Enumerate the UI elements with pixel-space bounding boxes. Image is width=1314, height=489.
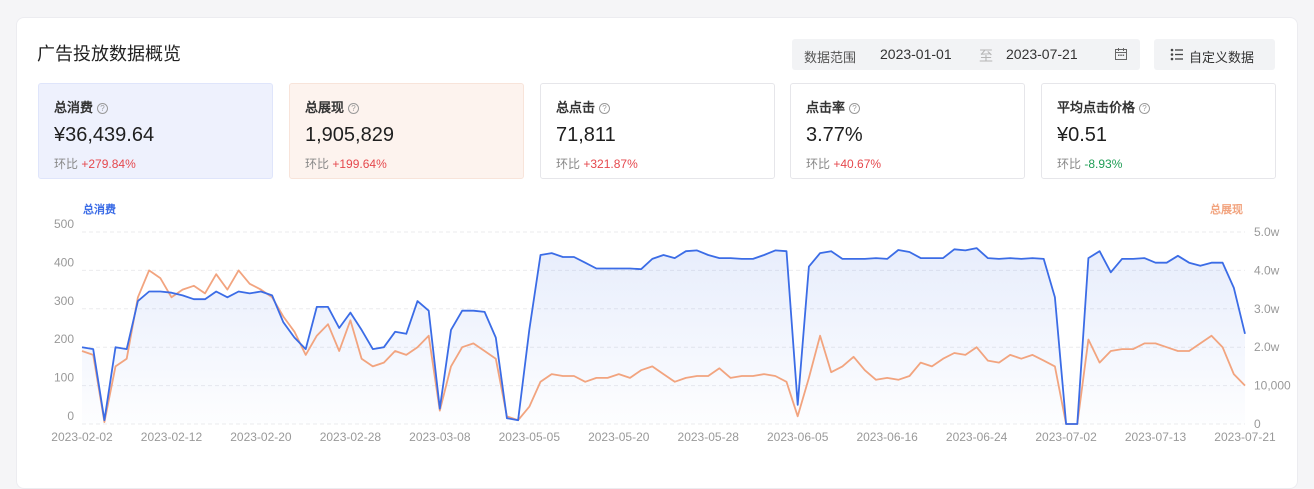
x-tick-label: 2023-07-02 — [1035, 430, 1097, 444]
x-tick-label: 2023-02-20 — [230, 430, 292, 444]
x-tick-label: 2023-02-28 — [320, 430, 382, 444]
y-left-tick-label: 400 — [54, 255, 74, 269]
y-left-tick-label: 500 — [54, 217, 74, 231]
x-tick-label: 2023-07-21 — [1214, 430, 1276, 444]
x-tick-label: 2023-05-05 — [499, 430, 561, 444]
x-tick-label: 2023-06-24 — [946, 430, 1008, 444]
x-tick-label: 2023-02-02 — [51, 430, 113, 444]
y-right-tick-label: 0 — [1254, 417, 1261, 431]
x-tick-label: 2023-02-12 — [141, 430, 203, 444]
y-left-tick-label: 100 — [54, 371, 74, 385]
y-left-tick-label: 0 — [67, 409, 74, 423]
y-right-tick-label: 5.0w — [1254, 225, 1280, 239]
x-tick-label: 2023-03-08 — [409, 430, 471, 444]
y-left-tick-label: 300 — [54, 294, 74, 308]
x-tick-label: 2023-06-05 — [767, 430, 829, 444]
y-left-tick-label: 200 — [54, 332, 74, 346]
y-right-tick-label: 2.0w — [1254, 340, 1280, 354]
y-right-tick-label: 3.0w — [1254, 302, 1280, 316]
x-tick-label: 2023-07-13 — [1125, 430, 1187, 444]
y-right-tick-label: 10,000 — [1254, 379, 1291, 393]
spend-impressions-chart[interactable]: 5005.0w4004.0w3003.0w2002.0w10010,000002… — [0, 0, 1314, 472]
x-tick-label: 2023-05-28 — [678, 430, 740, 444]
spend-area — [82, 248, 1245, 424]
x-tick-label: 2023-06-16 — [856, 430, 918, 444]
y-right-tick-label: 4.0w — [1254, 263, 1280, 277]
x-tick-label: 2023-05-20 — [588, 430, 650, 444]
